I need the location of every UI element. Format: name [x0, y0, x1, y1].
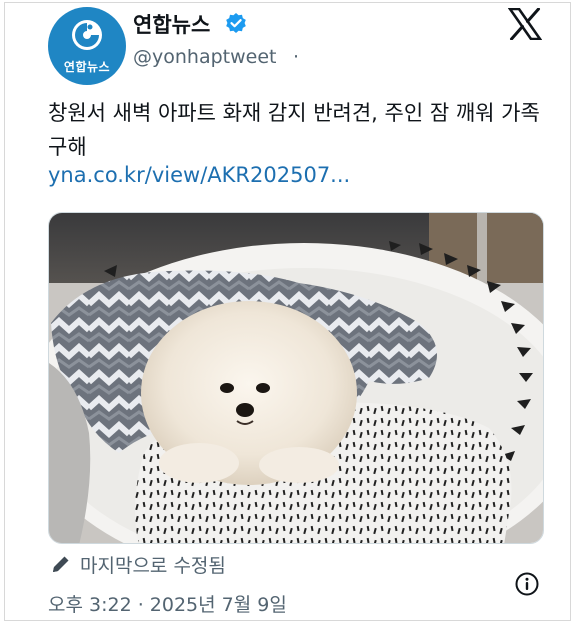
avatar-label: 연합뉴스 [63, 60, 111, 74]
handle[interactable]: @yonhaptweet [133, 46, 276, 68]
tweet-photo[interactable] [48, 212, 544, 544]
avatar[interactable]: 연합뉴스 [48, 7, 126, 85]
tweet-text: 창원서 새벽 아파트 화재 감지 반려견, 주인 잠 깨워 가족 구해 [48, 101, 540, 159]
x-logo-icon[interactable] [508, 8, 542, 40]
info-icon[interactable] [514, 571, 540, 597]
dog-on-bed-photo [49, 213, 543, 543]
timestamp[interactable]: 오후 3:22 · 2025년 7월 9일 [48, 590, 287, 617]
yonhap-logo-icon [72, 20, 102, 50]
edited-label[interactable]: 마지막으로 수정됨 [80, 551, 226, 578]
verified-badge-icon [226, 13, 246, 33]
pencil-icon [53, 556, 69, 572]
tweet-link[interactable]: yna.co.kr/view/AKR202507... [48, 163, 350, 187]
handle-separator: · [293, 46, 300, 68]
display-name[interactable]: 연합뉴스 [133, 9, 210, 39]
